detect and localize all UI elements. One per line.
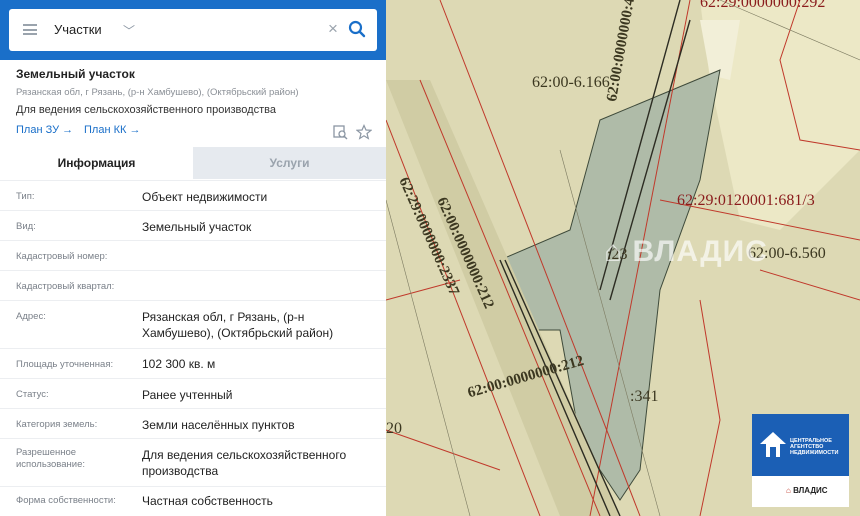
info-value: Объект недвижимости <box>142 190 268 204</box>
search-bar: Участки ﹀ × <box>0 0 386 60</box>
chevron-down-icon[interactable]: ﹀ <box>123 22 135 39</box>
info-row-area: Площадь уточненная: 102 300 кв. м <box>0 348 386 378</box>
info-value: Ранее учтенный <box>142 388 233 402</box>
info-value: Земельный участок <box>142 220 252 234</box>
info-value: Земли населённых пунктов <box>142 418 295 432</box>
object-purpose: Для ведения сельскохозяйственного произв… <box>16 104 276 116</box>
watermark-text: ВЛАДИС <box>632 235 768 268</box>
logo-brand-text: ВЛАДИС <box>793 486 828 495</box>
info-key: Форма собственности: <box>16 495 116 506</box>
search-icon[interactable] <box>348 20 366 38</box>
logo-caption: ЦЕНТРАЛЬНОЕ АГЕНТСТВО НЕДВИЖИМОСТИ <box>790 438 839 456</box>
info-value: Частная собственность <box>142 494 273 508</box>
plan-kk-link[interactable]: План КК → <box>84 124 140 136</box>
info-key: Кадастровый квартал: <box>16 281 115 292</box>
tab-information[interactable]: Информация <box>0 147 193 179</box>
map-label-parcel-341: :341 <box>630 388 659 405</box>
logo-emblem-icon <box>760 432 786 457</box>
info-row-status: Статус: Ранее учтенный <box>0 378 386 408</box>
close-icon[interactable]: × <box>328 19 338 39</box>
tab-services[interactable]: Услуги <box>193 147 386 179</box>
search-category-select[interactable]: Участки <box>54 22 102 37</box>
menu-icon[interactable] <box>23 24 37 35</box>
info-key: Кадастровый номер: <box>16 251 108 262</box>
info-value: Для ведения сельскохозяйственного произв… <box>142 448 347 478</box>
map-label-quarter-1: 62:00-6.166 <box>532 74 610 91</box>
info-row-kind: Вид: Земельный участок <box>0 210 386 240</box>
tab-bar: Информация Услуги <box>0 147 386 179</box>
logo-brand: ⌂ ВЛАДИС <box>786 486 828 495</box>
plan-zu-link[interactable]: План ЗУ → <box>16 124 73 136</box>
object-title: Земельный участок <box>16 67 135 81</box>
info-key: Разрешенное использование: <box>16 447 86 470</box>
star-icon[interactable] <box>356 124 372 140</box>
info-key: Адрес: <box>16 311 46 322</box>
map-label-20: 20 <box>386 420 402 437</box>
info-key: Площадь уточненная: <box>16 359 114 370</box>
info-key: Категория земель: <box>16 419 98 430</box>
info-row-address: Адрес: Рязанская обл, г Рязань, (р-н Хам… <box>0 300 386 348</box>
info-row-ownership: Форма собственности: Частная собственнос… <box>0 486 386 516</box>
info-panel: Участки ﹀ × Земельный участок Рязанская … <box>0 0 386 516</box>
agency-logo: ЦЕНТРАЛЬНОЕ АГЕНТСТВО НЕДВИЖИМОСТИ ⌂ ВЛА… <box>752 414 849 507</box>
info-key: Вид: <box>16 221 36 232</box>
object-address: Рязанская обл, г Рязань, (р-н Хамбушево)… <box>16 87 299 98</box>
info-key: Тип: <box>16 191 35 202</box>
info-value: Рязанская обл, г Рязань, (р-н Хамбушево)… <box>142 310 334 340</box>
watermark: ⌂ ВЛАДИС <box>604 235 768 268</box>
map-label-top-right: 62:29:0000000:292 <box>700 0 826 11</box>
info-row-permitted-use: Разрешенное использование: Для ведения с… <box>0 438 386 486</box>
info-row-type: Тип: Объект недвижимости <box>0 180 386 210</box>
info-key: Статус: <box>16 389 49 400</box>
info-row-cadastral-number: Кадастровый номер: <box>0 240 386 270</box>
info-value: 102 300 кв. м <box>142 357 216 371</box>
info-row-cadastral-quarter: Кадастровый квартал: <box>0 270 386 300</box>
map-label-cadastral-red: 62:29:0120001:681/3 <box>677 192 815 209</box>
search-box[interactable]: Участки ﹀ × <box>9 9 377 51</box>
logo-blue-block: ЦЕНТРАЛЬНОЕ АГЕНТСТВО НЕДВИЖИМОСТИ <box>752 414 849 476</box>
map-search-icon[interactable] <box>332 124 348 140</box>
info-row-land-category: Категория земель: Земли населённых пункт… <box>0 408 386 438</box>
